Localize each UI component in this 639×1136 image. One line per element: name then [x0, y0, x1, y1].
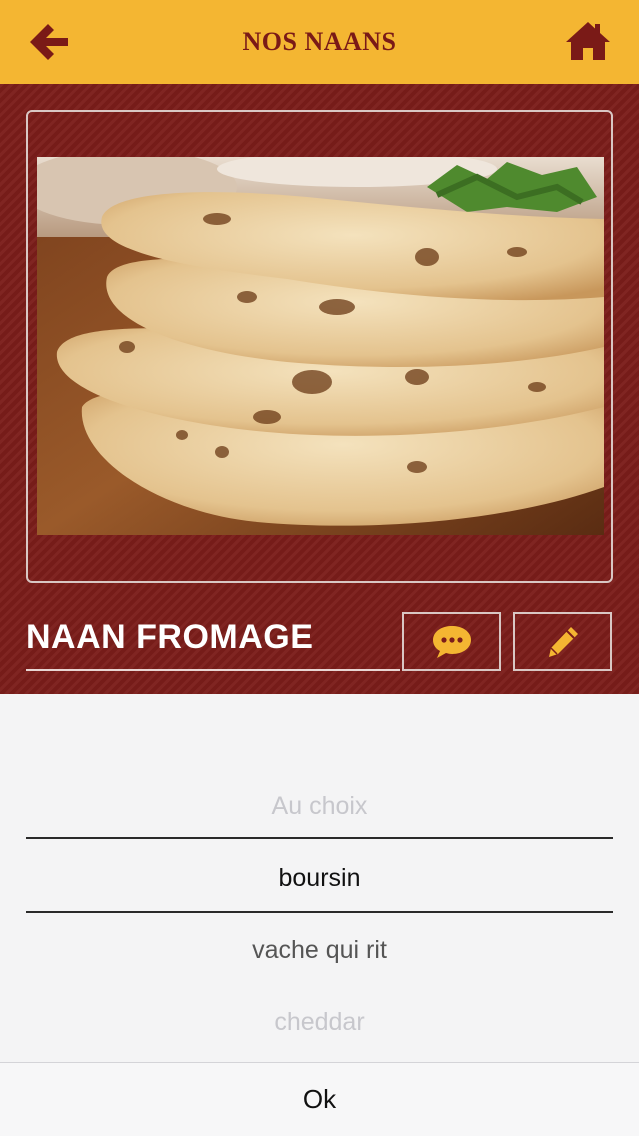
back-button[interactable] — [26, 20, 72, 64]
pencil-icon — [548, 626, 578, 657]
edit-button[interactable] — [513, 612, 612, 671]
photo-frame — [26, 110, 613, 583]
item-photo — [37, 157, 604, 535]
home-button[interactable] — [564, 20, 612, 62]
home-icon — [566, 22, 610, 60]
picker-option-selected[interactable]: boursin — [0, 864, 639, 893]
picker-option[interactable]: cheddar — [0, 1008, 639, 1037]
selection-top-line — [26, 837, 613, 839]
selection-bottom-line — [26, 911, 613, 913]
option-picker[interactable]: Au choix boursin vache qui rit cheddar — [0, 694, 639, 1062]
ok-button[interactable]: Ok — [0, 1062, 639, 1136]
speech-bubble-icon — [432, 625, 471, 658]
arrow-left-icon — [30, 24, 68, 60]
item-name: NAAN FROMAGE — [26, 618, 314, 656]
picker-option[interactable]: vache qui rit — [0, 936, 639, 965]
comment-button[interactable] — [402, 612, 501, 671]
title-divider — [26, 669, 400, 671]
app-header: NOS NAANS — [0, 0, 639, 84]
item-detail-panel: NAAN FROMAGE — [0, 84, 639, 694]
page-title: NOS NAANS — [242, 27, 397, 56]
picker-option[interactable]: Au choix — [0, 792, 639, 821]
